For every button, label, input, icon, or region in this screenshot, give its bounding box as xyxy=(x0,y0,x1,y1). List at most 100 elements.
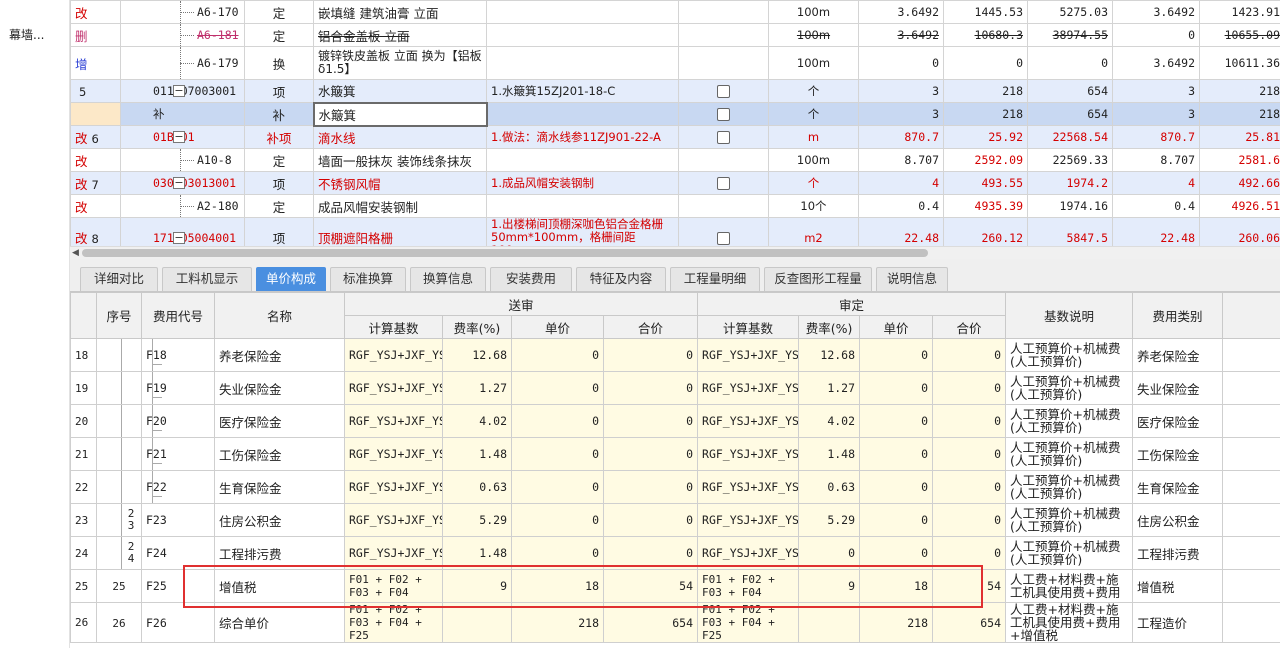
item-code-cell[interactable]: −011507003001 xyxy=(120,79,245,103)
row-mark-cell[interactable] xyxy=(70,102,121,126)
item-code-cell[interactable]: −01B001 xyxy=(120,125,245,149)
item-price[interactable]: 218 xyxy=(943,79,1028,103)
col-extra[interactable]: 备 xyxy=(1222,292,1280,339)
fee-row[interactable]: 25 25 F25 增值税 F01 + F02 + F03 + F04 9 18 54 F01 … xyxy=(70,569,1280,603)
item-price2[interactable]: 10611.36 xyxy=(1199,46,1280,80)
fee-name[interactable]: 工伤保险金 xyxy=(214,437,345,471)
audit-base[interactable]: RGF_YSJ+JXF_YSJ xyxy=(697,503,800,537)
item-qty2[interactable]: 3.6492 xyxy=(1112,46,1200,80)
item-total[interactable]: 22568.54 xyxy=(1027,125,1113,149)
tab-6[interactable]: 安装费用 xyxy=(490,267,572,291)
item-row[interactable]: 补补水簸箕个3218654321865 xyxy=(70,101,1280,127)
item-check-cell[interactable] xyxy=(678,23,769,47)
item-qty[interactable]: 8.707 xyxy=(858,148,944,172)
item-name[interactable]: 墙面一般抹灰 装饰线条抹灰 xyxy=(313,148,487,172)
send-base[interactable]: RGF_YSJ+JXF_YSJ xyxy=(344,371,443,405)
item-price2[interactable]: 25.81 xyxy=(1199,125,1280,149)
col-basis-desc[interactable]: 基数说明 xyxy=(1005,292,1134,339)
send-base[interactable]: RGF_YSJ+JXF_YSJ xyxy=(344,470,443,504)
col-code[interactable]: 费用代号 xyxy=(141,292,215,339)
item-total[interactable]: 1974.16 xyxy=(1027,194,1113,218)
item-feature[interactable]: 1.水簸箕15ZJ201-18-C xyxy=(486,79,679,103)
item-row[interactable]: 改6−01B001补项滴水线1.做法：滴水线参11ZJ901-22-Am870.… xyxy=(70,125,1280,149)
item-price[interactable]: 260.12 xyxy=(943,217,1028,246)
fee-code[interactable]: F24 xyxy=(141,536,215,570)
item-qty2[interactable]: 0 xyxy=(1112,23,1200,47)
item-total[interactable]: 5847.5 xyxy=(1027,217,1113,246)
item-name[interactable]: 滴水线 xyxy=(313,125,487,149)
item-qty2[interactable]: 0.4 xyxy=(1112,194,1200,218)
item-total[interactable]: 654 xyxy=(1027,79,1113,103)
item-feature[interactable] xyxy=(486,46,679,80)
item-check-cell[interactable] xyxy=(678,46,769,80)
fee-code[interactable]: F19 xyxy=(141,371,215,405)
scrollbar-thumb[interactable] xyxy=(82,249,928,257)
item-name[interactable]: 水簸箕 xyxy=(312,101,488,127)
item-checkbox[interactable] xyxy=(717,177,730,190)
tab-10[interactable]: 说明信息 xyxy=(876,267,948,291)
fee-row[interactable]: 24 24 F24 工程排污费 RGF_YSJ+JXF_YSJ 1.48 0 0 RGF_YSJ… xyxy=(70,536,1280,570)
send-rate[interactable]: 1.48 xyxy=(442,536,512,570)
tab-3[interactable]: 单价构成 xyxy=(256,267,326,291)
tab-4[interactable]: 标准换算 xyxy=(330,267,406,291)
fee-row[interactable]: 26 26 F26 综合单价 F01 + F02 + F03 + F04 + F25 21… xyxy=(70,602,1280,643)
row-mark-cell[interactable]: 改 xyxy=(70,148,121,172)
fee-row[interactable]: 19 F19 失业保险金 RGF_YSJ+JXF_YSJ 1.27 0 0 RGF_YSJ+J… xyxy=(70,371,1280,405)
item-total[interactable]: 38974.55 xyxy=(1027,23,1113,47)
row-mark-cell[interactable]: 改 xyxy=(70,194,121,218)
item-price2[interactable]: 492.66 xyxy=(1199,171,1280,195)
send-rate[interactable]: 1.48 xyxy=(442,437,512,471)
item-qty2[interactable]: 870.7 xyxy=(1112,125,1200,149)
item-check-cell[interactable] xyxy=(678,148,769,172)
audit-rate[interactable]: 5.29 xyxy=(798,503,861,537)
fee-code[interactable]: F21 xyxy=(141,437,215,471)
col-send-total[interactable]: 合价 xyxy=(602,315,699,339)
col-audit-total[interactable]: 合价 xyxy=(932,315,1007,339)
fee-name[interactable]: 医疗保险金 xyxy=(214,404,345,438)
item-name[interactable]: 嵌填缝 建筑油膏 立面 xyxy=(313,0,487,24)
item-total[interactable]: 654 xyxy=(1027,102,1113,126)
item-code-cell[interactable]: −171005004001 xyxy=(120,217,245,246)
audit-base[interactable]: RGF_YSJ+JXF_YSJ xyxy=(697,338,800,372)
item-price[interactable]: 493.55 xyxy=(943,171,1028,195)
item-qty[interactable]: 0.4 xyxy=(858,194,944,218)
fee-code[interactable]: F23 xyxy=(141,503,215,537)
left-tree-panel[interactable]: 幕墙... xyxy=(0,0,70,648)
fee-name[interactable]: 增值税 xyxy=(214,569,345,603)
row-mark-cell[interactable]: 5 xyxy=(70,79,121,103)
send-rate[interactable]: 1.27 xyxy=(442,371,512,405)
col-audit-base[interactable]: 计算基数 xyxy=(697,315,800,339)
fee-code[interactable]: F26 xyxy=(141,602,215,643)
item-name[interactable]: 不锈钢风帽 xyxy=(313,171,487,195)
send-rate[interactable]: 4.02 xyxy=(442,404,512,438)
fee-name[interactable]: 住房公积金 xyxy=(214,503,345,537)
audit-base[interactable]: RGF_YSJ+JXF_YSJ xyxy=(697,437,800,471)
item-total[interactable]: 5275.03 xyxy=(1027,0,1113,24)
horizontal-scrollbar[interactable]: ◀ xyxy=(70,246,1280,259)
fee-name[interactable]: 养老保险金 xyxy=(214,338,345,372)
collapse-icon[interactable]: − xyxy=(173,85,185,97)
send-rate[interactable] xyxy=(442,602,512,643)
row-mark-cell[interactable]: 改8 xyxy=(70,217,121,246)
item-row[interactable]: 改 A6-170 定嵌填缝 建筑油膏 立面 100m 3.6492 1445.53 5275… xyxy=(70,0,1280,24)
send-rate[interactable]: 0.63 xyxy=(442,470,512,504)
item-qty[interactable]: 3.6492 xyxy=(858,23,944,47)
scroll-left-arrow-icon[interactable]: ◀ xyxy=(72,248,79,258)
item-feature[interactable]: 1.成品风帽安装钢制 xyxy=(486,171,679,195)
item-checkbox[interactable] xyxy=(717,85,730,98)
item-price2[interactable]: 218 xyxy=(1199,79,1280,103)
item-check-cell[interactable] xyxy=(678,171,769,195)
item-check-cell[interactable] xyxy=(678,194,769,218)
item-price[interactable]: 4935.39 xyxy=(943,194,1028,218)
row-mark-cell[interactable]: 改7 xyxy=(70,171,121,195)
item-total[interactable]: 1974.2 xyxy=(1027,171,1113,195)
fee-row[interactable]: 23 23 F23 住房公积金 RGF_YSJ+JXF_YSJ 5.29 0 0 RGF_YSJ… xyxy=(70,503,1280,537)
item-check-cell[interactable] xyxy=(678,125,769,149)
item-check-cell[interactable] xyxy=(678,0,769,24)
item-price2[interactable]: 1423.91 xyxy=(1199,0,1280,24)
send-base[interactable]: RGF_YSJ+JXF_YSJ xyxy=(344,536,443,570)
item-qty2[interactable]: 3.6492 xyxy=(1112,0,1200,24)
item-row[interactable]: 改 A2-180 定成品风帽安装钢制 10个 0.4 4935.39 1974.16 0.4 4… xyxy=(70,194,1280,218)
col-audit-rate[interactable]: 费率(%) xyxy=(798,315,861,339)
item-qty[interactable]: 4 xyxy=(858,171,944,195)
